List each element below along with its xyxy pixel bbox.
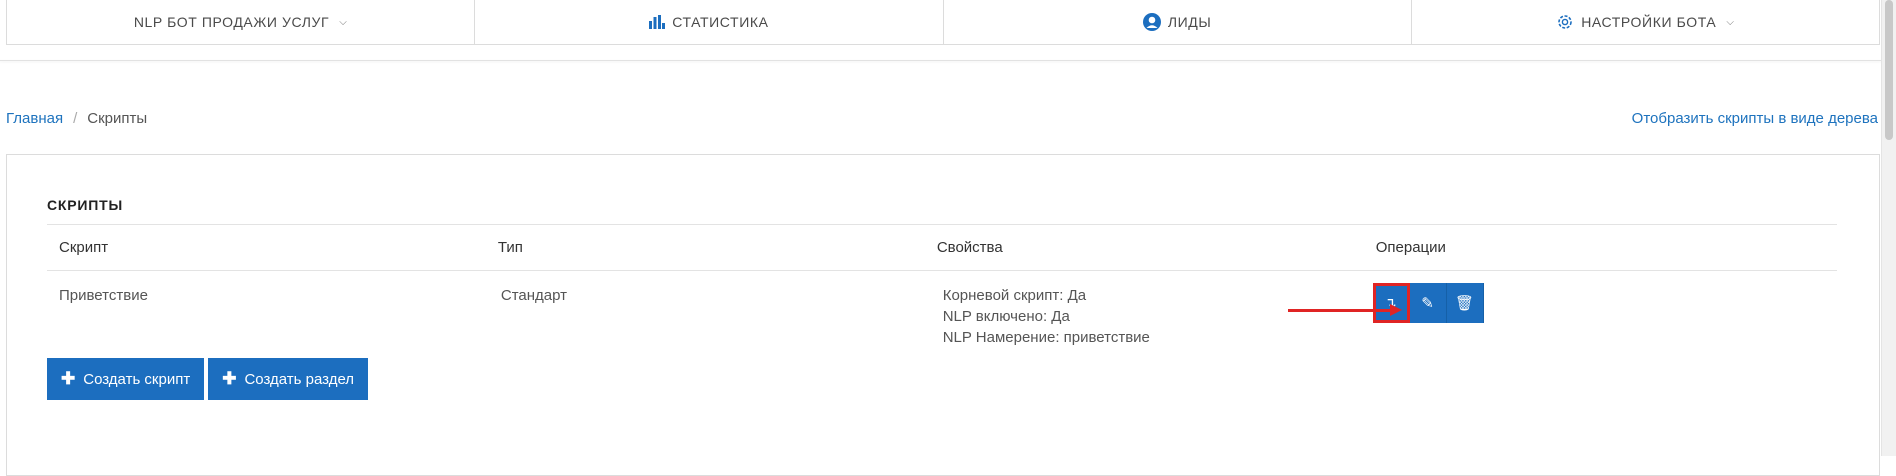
scrollbar-thumb[interactable] xyxy=(1885,0,1893,140)
move-button[interactable]: ↴ xyxy=(1372,283,1410,323)
nav-divider xyxy=(0,60,1882,61)
create-script-label: Создать скрипт xyxy=(83,370,191,388)
breadcrumb-separator: / xyxy=(73,110,78,127)
scripts-table: Скрипт Тип Свойства Операции Приветствие… xyxy=(47,224,1837,351)
bar-chart-icon xyxy=(649,15,666,29)
nav-statistics[interactable]: СТАТИСТИКА xyxy=(475,0,944,44)
nav-settings-label: НАСТРОЙКИ БОТА xyxy=(1581,14,1717,30)
column-header-operations: Операции xyxy=(1375,239,1446,256)
trash-icon: 🗑 xyxy=(1455,295,1475,312)
property-nlp-intent: NLP Намерение: приветствие xyxy=(942,329,1150,346)
nav-bot-selector[interactable]: NLP БОТ ПРОДАЖИ УСЛУГ ⌵ xyxy=(7,0,476,44)
panel-title: СКРИПТЫ xyxy=(47,197,123,213)
table-row: Приветствие Стандарт Корневой скрипт: Да… xyxy=(47,271,1837,351)
page-scrollbar[interactable] xyxy=(1881,0,1896,456)
edit-icon: ✎ xyxy=(1421,295,1434,312)
plus-icon: ✚ xyxy=(222,369,237,388)
nav-statistics-label: СТАТИСТИКА xyxy=(672,14,769,30)
property-root: Корневой скрипт: Да xyxy=(942,287,1087,304)
breadcrumb-home-link[interactable]: Главная xyxy=(6,110,63,127)
column-header-type: Тип xyxy=(497,239,523,256)
plus-icon: ✚ xyxy=(61,369,76,388)
table-actions: ✚ Создать скрипт ✚ Создать раздел xyxy=(47,358,369,400)
cell-script-type: Стандарт xyxy=(500,287,567,304)
breadcrumb: Главная / Скрипты xyxy=(6,110,147,127)
nav-leads-label: ЛИДЫ xyxy=(1167,14,1212,30)
user-icon xyxy=(1142,13,1161,31)
nav-leads[interactable]: ЛИДЫ xyxy=(944,0,1412,44)
column-header-properties: Свойства xyxy=(936,239,1003,256)
nav-bot-label: NLP БОТ ПРОДАЖИ УСЛУГ xyxy=(133,14,330,30)
column-header-script: Скрипт xyxy=(59,239,109,256)
delete-button[interactable]: 🗑 xyxy=(1446,283,1484,323)
tree-view-link[interactable]: Отобразить скрипты в виде дерева xyxy=(1632,110,1878,127)
red-annotation-arrow xyxy=(1288,304,1402,316)
top-nav: NLP БОТ ПРОДАЖИ УСЛУГ ⌵ СТАТИСТИКА ЛИДЫ … xyxy=(6,0,1880,45)
cell-operations: ↴ ✎ 🗑 xyxy=(1372,271,1837,351)
create-section-label: Создать раздел xyxy=(244,370,355,388)
chevron-down-icon: ⌵ xyxy=(339,16,348,28)
create-section-button[interactable]: ✚ Создать раздел xyxy=(208,358,369,400)
create-script-button[interactable]: ✚ Создать скрипт xyxy=(47,358,205,400)
chevron-down-icon: ⌵ xyxy=(1726,16,1735,28)
table-header: Скрипт Тип Свойства Операции xyxy=(47,225,1837,271)
cell-script-name: Приветствие xyxy=(59,287,148,304)
scripts-panel: СКРИПТЫ Скрипт Тип Свойства Операции При… xyxy=(6,154,1880,476)
nav-bot-settings[interactable]: НАСТРОЙКИ БОТА ⌵ xyxy=(1412,0,1879,44)
edit-button[interactable]: ✎ xyxy=(1409,283,1447,323)
breadcrumb-current: Скрипты xyxy=(87,110,148,127)
gear-icon xyxy=(1558,15,1572,29)
